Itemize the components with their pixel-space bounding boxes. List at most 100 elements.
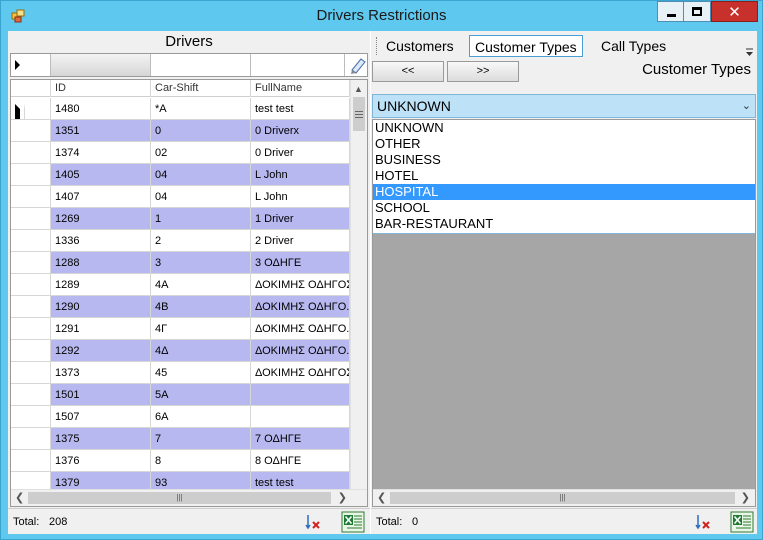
cell-car-shift[interactable]: 6A xyxy=(151,406,251,428)
previous-button[interactable]: << xyxy=(372,61,444,82)
scroll-right-icon[interactable]: ❯ xyxy=(338,491,347,504)
cell-fullname[interactable] xyxy=(251,406,350,428)
grid-horizontal-scrollbar[interactable]: ❮ ||| ❯ xyxy=(11,489,367,506)
cell-id[interactable]: 1407 xyxy=(51,186,151,208)
cell-fullname[interactable]: 7 ΟΔΗΓΕ xyxy=(251,428,350,450)
cell-car-shift[interactable]: 5A xyxy=(151,384,251,406)
grid-vertical-scrollbar[interactable]: ▲ xyxy=(350,80,367,489)
cell-id[interactable]: 1507 xyxy=(51,406,151,428)
close-button[interactable]: ✕ xyxy=(711,1,758,22)
scroll-left-icon[interactable]: ❮ xyxy=(377,491,386,504)
table-row[interactable]: 1290 4B ΔΟΚΙΜΗΣ ΟΔΗΓΟ... xyxy=(11,296,350,318)
sort-icon[interactable] xyxy=(695,513,711,531)
minimize-button[interactable] xyxy=(657,1,684,22)
table-row[interactable]: 1405 04 L John xyxy=(11,164,350,186)
table-row[interactable]: 1501 5A xyxy=(11,384,350,406)
sort-icon[interactable] xyxy=(305,513,321,531)
cell-id[interactable]: 1269 xyxy=(51,208,151,230)
row-header[interactable] xyxy=(11,142,51,164)
row-header[interactable] xyxy=(11,186,51,208)
cell-id[interactable]: 1374 xyxy=(51,142,151,164)
cell-fullname[interactable]: 0 Driver xyxy=(251,142,350,164)
cell-car-shift[interactable]: 7 xyxy=(151,428,251,450)
tab-overflow-icon[interactable] xyxy=(745,47,755,57)
cell-car-shift[interactable]: 4Δ xyxy=(151,340,251,362)
dropdown-option[interactable]: SCHOOL xyxy=(373,200,755,216)
row-header[interactable] xyxy=(11,428,51,450)
scroll-right-icon[interactable]: ❯ xyxy=(741,491,750,504)
row-header[interactable] xyxy=(11,120,51,142)
table-row[interactable]: 1288 3 3 ΟΔΗΓΕ xyxy=(11,252,350,274)
table-row[interactable]: 1291 4Γ ΔΟΚΙΜΗΣ ΟΔΗΓΟ... xyxy=(11,318,350,340)
row-header[interactable] xyxy=(11,384,51,406)
table-row[interactable]: 1289 4A ΔΟΚΙΜΗΣ ΟΔΗΓΟΣ xyxy=(11,274,350,296)
row-header[interactable] xyxy=(11,252,51,274)
scroll-up-icon[interactable]: ▲ xyxy=(354,84,363,94)
cell-fullname[interactable]: 2 Driver xyxy=(251,230,350,252)
scroll-left-icon[interactable]: ❮ xyxy=(15,491,24,504)
dropdown-option[interactable]: OTHER xyxy=(373,136,755,152)
dropdown-option[interactable]: BUSINESS xyxy=(373,152,755,168)
tab-call-types[interactable]: Call Types xyxy=(596,35,671,57)
cell-car-shift[interactable]: *A xyxy=(151,98,251,120)
cell-fullname[interactable]: ΔΟΚΙΜΗΣ ΟΔΗΓΟ... xyxy=(251,296,350,318)
cell-car-shift[interactable]: 3 xyxy=(151,252,251,274)
vertical-scroll-thumb[interactable] xyxy=(353,97,365,131)
table-row[interactable]: 1351 0 0 Driverx xyxy=(11,120,350,142)
list-horizontal-scrollbar[interactable]: ❮ ||| ❯ xyxy=(373,489,755,506)
clear-filter-icon[interactable] xyxy=(348,55,368,75)
dropdown-option[interactable]: UNKNOWN xyxy=(373,120,755,136)
filter-cell-id[interactable] xyxy=(51,54,151,76)
cell-id[interactable]: 1289 xyxy=(51,274,151,296)
cell-car-shift[interactable]: 04 xyxy=(151,186,251,208)
table-row[interactable]: 1373 45 ΔΟΚΙΜΗΣ ΟΔΗΓΟΣ xyxy=(11,362,350,384)
cell-car-shift[interactable]: 0 xyxy=(151,120,251,142)
row-header[interactable] xyxy=(11,362,51,384)
cell-fullname[interactable]: ΔΟΚΙΜΗΣ ΟΔΗΓΟΣ xyxy=(251,362,350,384)
table-row[interactable]: 1480 *A test test xyxy=(11,98,350,120)
cell-car-shift[interactable]: 2 xyxy=(151,230,251,252)
column-header-id[interactable]: ID xyxy=(51,80,151,97)
cell-fullname[interactable]: 3 ΟΔΗΓΕ xyxy=(251,252,350,274)
cell-fullname[interactable]: ΔΟΚΙΜΗΣ ΟΔΗΓΟ... xyxy=(251,340,350,362)
cell-car-shift[interactable]: 45 xyxy=(151,362,251,384)
tab-customers[interactable]: Customers xyxy=(381,35,459,57)
cell-id[interactable]: 1290 xyxy=(51,296,151,318)
row-header[interactable] xyxy=(11,296,51,318)
tab-customer-types[interactable]: Customer Types xyxy=(469,35,583,57)
cell-fullname[interactable]: test test xyxy=(251,98,350,120)
cell-fullname[interactable]: ΔΟΚΙΜΗΣ ΟΔΗΓΟΣ xyxy=(251,274,350,296)
cell-id[interactable]: 1405 xyxy=(51,164,151,186)
export-excel-icon[interactable] xyxy=(341,511,365,533)
next-button[interactable]: >> xyxy=(447,61,519,82)
cell-id[interactable]: 1336 xyxy=(51,230,151,252)
horizontal-scroll-thumb[interactable]: ||| xyxy=(28,492,331,504)
cell-id[interactable]: 1351 xyxy=(51,120,151,142)
table-row[interactable]: 1374 02 0 Driver xyxy=(11,142,350,164)
table-row[interactable]: 1292 4Δ ΔΟΚΙΜΗΣ ΟΔΗΓΟ... xyxy=(11,340,350,362)
cell-fullname[interactable]: ΔΟΚΙΜΗΣ ΟΔΗΓΟ... xyxy=(251,318,350,340)
customer-type-combobox[interactable]: UNKNOWN ⌄ xyxy=(372,94,756,118)
cell-car-shift[interactable]: 4Γ xyxy=(151,318,251,340)
chevron-down-icon[interactable]: ⌄ xyxy=(742,95,751,117)
cell-fullname[interactable]: L John xyxy=(251,186,350,208)
cell-fullname[interactable]: L John xyxy=(251,164,350,186)
cell-id[interactable]: 1291 xyxy=(51,318,151,340)
dropdown-option[interactable]: BAR-RESTAURANT xyxy=(373,216,755,232)
cell-id[interactable]: 1376 xyxy=(51,450,151,472)
cell-id[interactable]: 1373 xyxy=(51,362,151,384)
cell-car-shift[interactable]: 8 xyxy=(151,450,251,472)
cell-id[interactable]: 1375 xyxy=(51,428,151,450)
row-header[interactable] xyxy=(11,98,51,120)
table-row[interactable]: 1375 7 7 ΟΔΗΓΕ xyxy=(11,428,350,450)
cell-id[interactable]: 1288 xyxy=(51,252,151,274)
row-header[interactable] xyxy=(11,230,51,252)
dropdown-option[interactable]: HOTEL xyxy=(373,168,755,184)
cell-fullname[interactable]: 1 Driver xyxy=(251,208,350,230)
title-bar[interactable]: Drivers Restrictions ✕ xyxy=(1,1,762,31)
cell-fullname[interactable]: 8 ΟΔΗΓΕ xyxy=(251,450,350,472)
cell-car-shift[interactable]: 02 xyxy=(151,142,251,164)
filter-cell-car-shift[interactable] xyxy=(151,54,251,76)
table-row[interactable]: 1376 8 8 ΟΔΗΓΕ xyxy=(11,450,350,472)
cell-car-shift[interactable]: 1 xyxy=(151,208,251,230)
